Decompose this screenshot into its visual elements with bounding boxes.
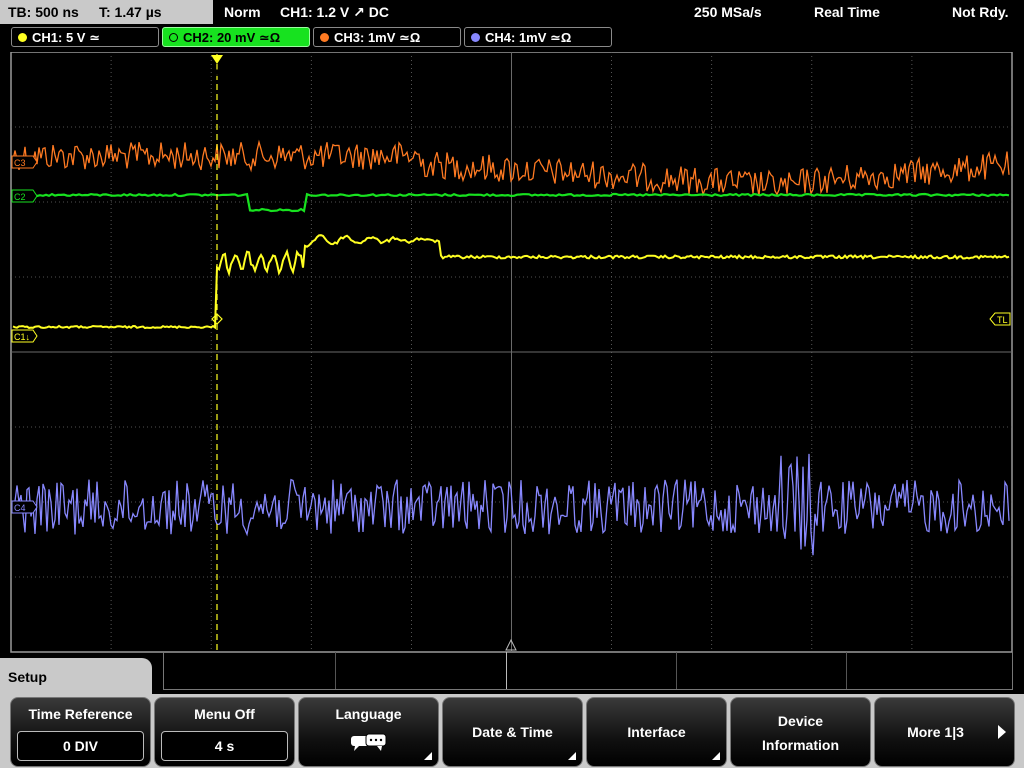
language-label: Language — [335, 706, 402, 722]
language-softkey[interactable]: Language — [298, 697, 439, 767]
ch3-offset-marker[interactable]: C3 — [11, 155, 38, 169]
sample-rate: 250 MSa/s — [694, 4, 762, 20]
more-label: More 1|3 — [907, 724, 964, 740]
interface-label: Interface — [627, 724, 686, 740]
channel-tab-ch1[interactable]: CH1: 5 V ≃ — [11, 27, 159, 47]
ch2-offset-marker[interactable]: C2 — [11, 189, 38, 203]
device-information-softkey[interactable]: Device Information — [730, 697, 871, 767]
trigger-time-value: T: 1.47 µs — [99, 4, 162, 20]
menu-off-label: Menu Off — [194, 706, 255, 722]
channel-tab-ch3[interactable]: CH3: 1mV ≃Ω — [313, 27, 461, 47]
menu-info-strip — [163, 652, 1013, 690]
date-time-softkey[interactable]: Date & Time — [442, 697, 583, 767]
submenu-indicator-icon — [712, 752, 720, 760]
date-time-label: Date & Time — [472, 724, 553, 740]
ch4-color-dot — [471, 33, 480, 42]
acquisition-mode: Real Time — [814, 4, 880, 20]
ch3-marker-label: C3 — [14, 158, 26, 168]
menu-title: Setup — [8, 669, 47, 685]
timebase-box[interactable]: TB: 500 ns T: 1.47 µs — [0, 0, 213, 24]
ch1-offset-marker[interactable]: C1↓ — [11, 329, 38, 343]
arrow-right-icon — [998, 725, 1006, 739]
speech-bubbles-icon — [351, 733, 387, 751]
ch2-label: CH2: 20 mV ≃Ω — [183, 30, 281, 45]
menu-header: Setup — [0, 658, 152, 698]
acquisition-state: Not Rdy. — [952, 4, 1009, 20]
trigger-mode[interactable]: Norm — [224, 0, 261, 24]
trigger-info[interactable]: CH1: 1.2 V ↗ DC — [280, 0, 389, 24]
trigger-level-marker[interactable]: TL — [989, 312, 1011, 326]
channel-tab-ch4[interactable]: CH4: 1mV ≃Ω — [464, 27, 612, 47]
submenu-indicator-icon — [424, 752, 432, 760]
ch1-color-dot — [18, 33, 27, 42]
time-reference-softkey[interactable]: Time Reference 0 DIV — [10, 697, 151, 767]
ch4-marker-label: C4 — [14, 503, 26, 513]
time-reference-value[interactable]: 0 DIV — [17, 731, 144, 761]
trigger-level-label: TL — [997, 315, 1008, 325]
ch3-label: CH3: 1mV ≃Ω — [334, 30, 421, 45]
status-bar: TB: 500 ns T: 1.47 µs Norm CH1: 1.2 V ↗ … — [0, 0, 1024, 24]
trigger-pos-label: T — [214, 68, 220, 78]
ch1-marker-label: C1↓ — [14, 332, 30, 342]
submenu-indicator-icon — [568, 752, 576, 760]
timebase-value: TB: 500 ns — [8, 4, 79, 20]
ch3-color-dot — [320, 33, 329, 42]
device-info-label-line2: Information — [762, 737, 839, 753]
menu-off-softkey[interactable]: Menu Off 4 s — [154, 697, 295, 767]
ch4-offset-marker[interactable]: C4 — [11, 500, 38, 514]
ch1-label: CH1: 5 V ≃ — [32, 30, 100, 45]
more-softkey[interactable]: More 1|3 — [874, 697, 1015, 767]
ch2-marker-label: C2 — [14, 192, 26, 202]
interface-softkey[interactable]: Interface — [586, 697, 727, 767]
ch4-label: CH4: 1mV ≃Ω — [485, 30, 572, 45]
waveform-display[interactable]: T C3 C2 C1↓ C4 TL — [0, 52, 1024, 656]
channel-tab-ch2[interactable]: CH2: 20 mV ≃Ω — [162, 27, 310, 47]
device-info-label-line1: Device — [777, 713, 824, 729]
ch2-color-dot — [169, 33, 178, 42]
menu-off-value[interactable]: 4 s — [161, 731, 288, 761]
time-reference-label: Time Reference — [28, 706, 133, 722]
